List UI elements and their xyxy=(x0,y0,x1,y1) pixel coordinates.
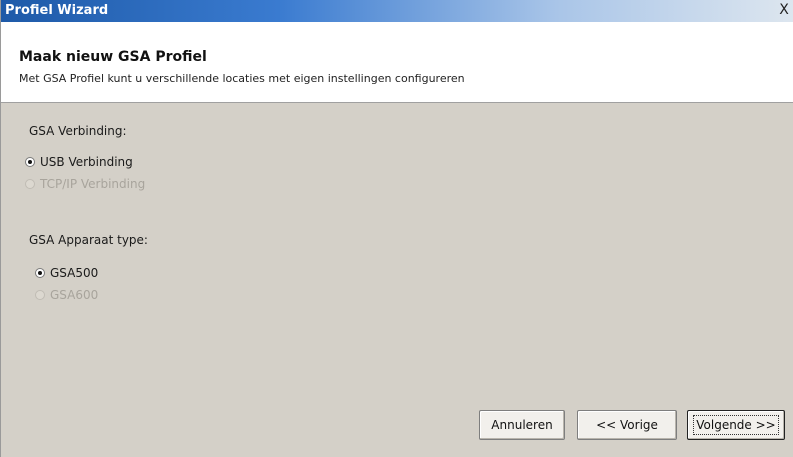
connection-label: GSA Verbinding: xyxy=(29,124,127,138)
radio-label: TCP/IP Verbinding xyxy=(40,177,146,191)
wizard-header: Maak nieuw GSA Profiel Met GSA Profiel k… xyxy=(1,22,793,103)
radio-button xyxy=(25,179,35,189)
radio-usb-connection[interactable]: USB Verbinding xyxy=(25,155,133,169)
window-title: Profiel Wizard xyxy=(5,3,109,18)
next-button-label: Volgende >> xyxy=(693,415,779,435)
radio-label: USB Verbinding xyxy=(40,155,133,169)
header-subtitle: Met GSA Profiel kunt u verschillende loc… xyxy=(19,72,465,85)
radio-button[interactable] xyxy=(35,268,45,278)
title-bar: Profiel Wizard X xyxy=(1,0,793,22)
device-type-label: GSA Apparaat type: xyxy=(29,233,148,247)
previous-button[interactable]: << Vorige xyxy=(577,410,677,440)
profile-wizard-window: Profiel Wizard X Maak nieuw GSA Profiel … xyxy=(0,0,793,457)
radio-gsa500[interactable]: GSA500 xyxy=(35,266,98,280)
radio-button xyxy=(35,290,45,300)
radio-label: GSA500 xyxy=(50,266,99,280)
radio-tcpip-connection: TCP/IP Verbinding xyxy=(25,177,145,191)
radio-gsa600: GSA600 xyxy=(35,288,98,302)
next-button[interactable]: Volgende >> xyxy=(687,410,785,440)
close-button[interactable]: X xyxy=(776,2,792,18)
radio-button[interactable] xyxy=(25,157,35,167)
cancel-button[interactable]: Annuleren xyxy=(479,410,565,440)
header-title: Maak nieuw GSA Profiel xyxy=(19,49,207,65)
radio-label: GSA600 xyxy=(50,288,99,302)
